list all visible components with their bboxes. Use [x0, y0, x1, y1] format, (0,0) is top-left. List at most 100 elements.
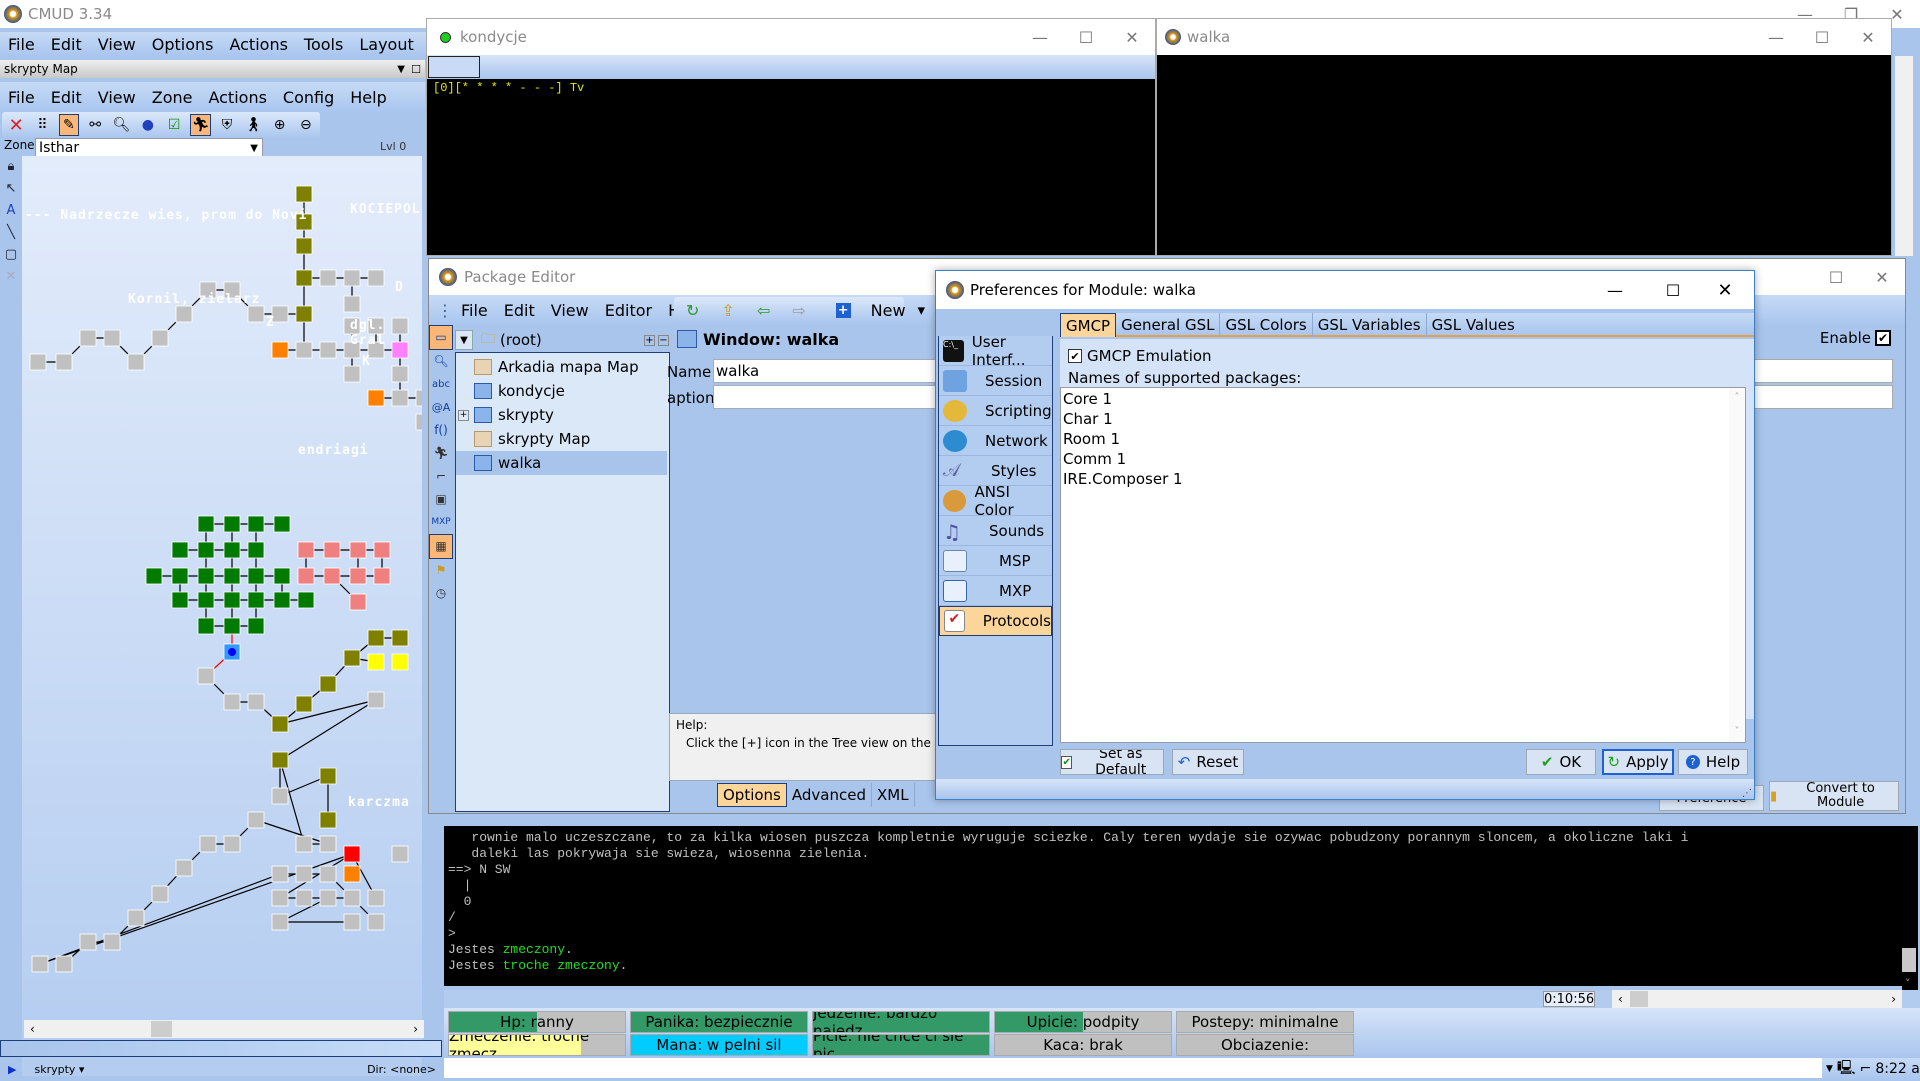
prefs-minimize-button[interactable]: — — [1592, 271, 1638, 309]
map-type-icon[interactable]: ▦ — [429, 534, 453, 559]
map-room[interactable] — [343, 865, 361, 883]
map-room[interactable] — [247, 591, 265, 609]
function-icon[interactable]: f() — [429, 419, 453, 442]
help-button[interactable]: ? Help — [1678, 749, 1748, 775]
play-icon[interactable]: ▶ — [8, 1063, 16, 1076]
map-room[interactable] — [197, 667, 215, 685]
rect-tool-icon[interactable]: ▢ — [0, 244, 22, 266]
map-room[interactable] — [295, 305, 313, 323]
map-room[interactable] — [343, 365, 361, 383]
pe-menu-file[interactable]: File — [461, 301, 488, 320]
map-room[interactable] — [415, 413, 422, 431]
scroll-right-icon[interactable]: › — [413, 1022, 418, 1036]
map-room[interactable] — [343, 845, 361, 863]
checkbox-icon[interactable]: ☑ — [164, 114, 184, 136]
collapse-all-icon[interactable]: − — [658, 334, 669, 346]
mxp-icon[interactable]: MXP — [429, 511, 453, 534]
map-room[interactable] — [271, 341, 289, 359]
menu-options[interactable]: Options — [152, 35, 214, 54]
map-menu-file[interactable]: File — [8, 88, 35, 107]
walker-shield-icon[interactable]: ⛨ — [217, 114, 237, 136]
tab-gsl-variables[interactable]: GSL Variables — [1313, 313, 1427, 337]
walker-list-icon[interactable]: 🏃︎ — [190, 114, 211, 136]
walka-minimize-button[interactable]: — — [1753, 19, 1799, 55]
map-room[interactable] — [323, 541, 341, 559]
map-room[interactable] — [373, 567, 391, 585]
right-field-2[interactable] — [1743, 385, 1893, 409]
map-room[interactable] — [175, 305, 193, 323]
map-room[interactable] — [223, 567, 241, 585]
map-room[interactable] — [343, 649, 361, 667]
map-room[interactable] — [247, 693, 265, 711]
pe-maximize-button[interactable]: ☐ — [1813, 259, 1859, 295]
map-room[interactable] — [391, 653, 409, 671]
command-input[interactable] — [444, 1058, 1822, 1078]
map-room[interactable] — [295, 341, 313, 359]
map-room[interactable] — [343, 889, 361, 907]
packages-textarea[interactable]: Core 1 Char 1 Room 1 Comm 1 IRE.Composer 1 ˄… — [1060, 387, 1746, 743]
map-room[interactable] — [223, 515, 241, 533]
map-room[interactable] — [295, 835, 313, 853]
walker-icon[interactable]: 🚶︎ — [243, 114, 263, 136]
map-room[interactable] — [197, 591, 215, 609]
map-room[interactable] — [271, 865, 289, 883]
convert-to-module-button[interactable]: ▮ Convert to Module — [1769, 781, 1899, 811]
map-room[interactable] — [271, 787, 289, 805]
kondycje-tab[interactable] — [428, 56, 480, 78]
panel-menu-icon[interactable]: ▼ — [397, 64, 405, 75]
map-room[interactable] — [271, 751, 289, 769]
output-hscrollbar[interactable]: ‹ › — [1612, 990, 1902, 1008]
map-room[interactable] — [343, 913, 361, 931]
main-output-vscrollbar[interactable]: ˅ — [1902, 826, 1918, 990]
map-room[interactable] — [247, 617, 265, 635]
delete-icon[interactable]: ✕ — [6, 114, 26, 136]
nav-ansi-color[interactable]: ANSI Color — [939, 483, 1052, 519]
nav-session[interactable]: Session — [939, 366, 1052, 396]
map-room[interactable] — [343, 295, 361, 313]
zoom-in-icon[interactable]: ⊕ — [269, 114, 289, 136]
map-room[interactable] — [367, 913, 385, 931]
map-room[interactable] — [349, 593, 367, 611]
map-hscrollbar[interactable]: ‹ › — [24, 1020, 424, 1038]
zone-select[interactable]: Isthar ▼ — [35, 138, 263, 158]
map-room[interactable] — [247, 541, 265, 559]
map-room[interactable] — [343, 269, 361, 287]
flag-icon[interactable]: ⚑ — [429, 559, 453, 582]
map-room[interactable] — [367, 653, 385, 671]
chevron-down-icon[interactable]: ▼ — [250, 143, 258, 154]
set-as-default-button[interactable]: ✔ Set as Default — [1060, 749, 1164, 775]
map-room[interactable] — [367, 269, 385, 287]
map-room[interactable] — [295, 185, 313, 203]
zoom-out-icon[interactable]: ⊖ — [296, 114, 316, 136]
map-room[interactable] — [323, 567, 341, 585]
map-room[interactable] — [373, 541, 391, 559]
new-button[interactable]: + New ▾ — [828, 301, 925, 320]
kondycje-close-button[interactable]: ✕ — [1109, 19, 1155, 55]
scroll-thumb[interactable] — [1902, 948, 1916, 972]
map-room[interactable] — [197, 515, 215, 533]
refresh-icon[interactable]: ↻ — [686, 299, 699, 321]
map-room[interactable] — [367, 389, 385, 407]
resize-grip-icon[interactable]: ⋰ — [1742, 788, 1752, 799]
map-room[interactable] — [31, 955, 49, 973]
prefs-close-button[interactable]: ✕ — [1702, 271, 1748, 309]
map-room[interactable] — [367, 889, 385, 907]
nav-msp[interactable]: MSP — [939, 546, 1052, 576]
folder-up-icon[interactable]: ⇪ — [721, 299, 734, 321]
search-icon[interactable]: 🔍︎ — [111, 114, 131, 136]
map-room[interactable] — [247, 515, 265, 533]
map-room[interactable] — [297, 541, 315, 559]
map-room[interactable] — [247, 811, 265, 829]
map-room[interactable] — [273, 567, 291, 585]
map-room[interactable] — [171, 567, 189, 585]
map-room[interactable] — [297, 591, 315, 609]
map-room[interactable] — [103, 933, 121, 951]
tab-gsl-colors[interactable]: GSL Colors — [1220, 313, 1313, 337]
map-room[interactable] — [295, 865, 313, 883]
map-room[interactable] — [151, 329, 169, 347]
map-room[interactable] — [273, 515, 291, 533]
tree-item[interactable]: skrypty Map — [456, 427, 669, 451]
name-input[interactable] — [713, 359, 943, 383]
nav-mxp[interactable]: MXP — [939, 576, 1052, 606]
gmcp-emulation-row[interactable]: ✔ GMCP Emulation — [1068, 347, 1212, 365]
